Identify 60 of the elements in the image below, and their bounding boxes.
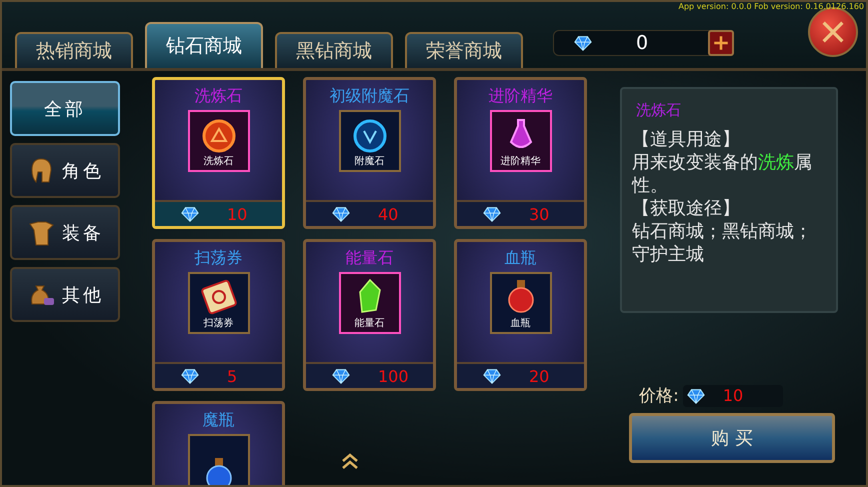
item-price: 30 bbox=[529, 204, 550, 224]
item-name: 进阶精华 bbox=[488, 86, 552, 106]
currency-amount: 0 bbox=[634, 32, 650, 54]
version-text: App version: 0.0.0 Fob version: 0.16.0126.160 bbox=[678, 2, 864, 11]
item-card[interactable]: 扫荡券 扫荡券 5 bbox=[152, 239, 285, 391]
diamond-icon bbox=[332, 367, 350, 385]
item-card[interactable]: 洗炼石 洗炼石 10 bbox=[152, 77, 285, 229]
item-icon-label: 洗炼石 bbox=[204, 154, 234, 168]
health-potion-icon bbox=[508, 280, 534, 313]
item-card[interactable]: 能量石 能量石 100 bbox=[303, 239, 436, 391]
item-icon-label: 进阶精华 bbox=[500, 154, 540, 168]
add-icon[interactable] bbox=[708, 30, 734, 56]
price-value: 10 bbox=[722, 386, 744, 405]
diamond-icon bbox=[686, 386, 705, 404]
section-text: 钻石商城；黑钻商城；守护主城 bbox=[632, 220, 813, 266]
shop-tab[interactable]: 黑钻商城 bbox=[275, 32, 393, 68]
item-name: 初级附魔石 bbox=[330, 86, 410, 106]
item-name: 能量石 bbox=[346, 248, 394, 268]
buy-button[interactable]: 购 买 bbox=[629, 413, 835, 463]
diamond-icon bbox=[483, 367, 501, 385]
rune-orb-icon bbox=[353, 120, 386, 152]
item-card[interactable]: 魔瓶 bbox=[152, 401, 285, 485]
potion-icon bbox=[206, 458, 232, 485]
category-button[interactable]: 其他 bbox=[10, 267, 120, 322]
item-card[interactable]: 血瓶 血瓶 20 bbox=[454, 239, 587, 391]
vial-icon bbox=[510, 119, 532, 148]
category-button[interactable]: 全部 bbox=[10, 81, 120, 136]
item-icon-label: 血瓶 bbox=[510, 317, 530, 330]
item-price: 40 bbox=[378, 204, 398, 224]
diamond-icon bbox=[332, 205, 350, 223]
item-price: 100 bbox=[378, 366, 409, 386]
section-heading: 【道具用途】 bbox=[632, 128, 741, 151]
section-heading: 【获取途径】 bbox=[632, 197, 741, 220]
item-icon-label: 扫荡券 bbox=[204, 316, 234, 330]
shop-tab[interactable]: 热销商城 bbox=[15, 32, 133, 68]
item-card[interactable]: 初级附魔石 附魔石 40 bbox=[303, 77, 436, 229]
section-text: 用来改变装备的洗炼属性。 bbox=[632, 151, 813, 197]
item-card[interactable]: 进阶精华 进阶精华 30 bbox=[454, 77, 587, 229]
price-label: 价格: bbox=[639, 385, 679, 407]
item-name: 扫荡券 bbox=[194, 248, 242, 268]
item-name: 洗炼石 bbox=[194, 86, 242, 106]
shop-tab[interactable]: 钻石商城 bbox=[145, 22, 263, 68]
item-icon-label: 附魔石 bbox=[354, 154, 384, 168]
category-button[interactable]: 角色 bbox=[10, 143, 120, 198]
item-price: 10 bbox=[227, 204, 248, 224]
item-name: 血瓶 bbox=[504, 248, 536, 268]
crystal-icon bbox=[358, 278, 380, 313]
item-price: 20 bbox=[529, 366, 550, 386]
item-price: 5 bbox=[227, 366, 238, 386]
item-name: 魔瓶 bbox=[202, 410, 234, 430]
diamond-icon bbox=[574, 34, 592, 52]
diamond-icon bbox=[181, 205, 199, 223]
diamond-icon bbox=[483, 205, 501, 223]
fire-orb-icon bbox=[202, 120, 235, 152]
shop-tab[interactable]: 荣誉商城 bbox=[405, 32, 523, 68]
double-chevron-up-icon[interactable] bbox=[340, 453, 360, 469]
diamond-icon bbox=[181, 367, 199, 385]
category-button[interactable]: 装备 bbox=[10, 205, 120, 260]
description-title: 洗炼石 bbox=[635, 100, 682, 121]
item-icon-label: 能量石 bbox=[354, 316, 384, 330]
